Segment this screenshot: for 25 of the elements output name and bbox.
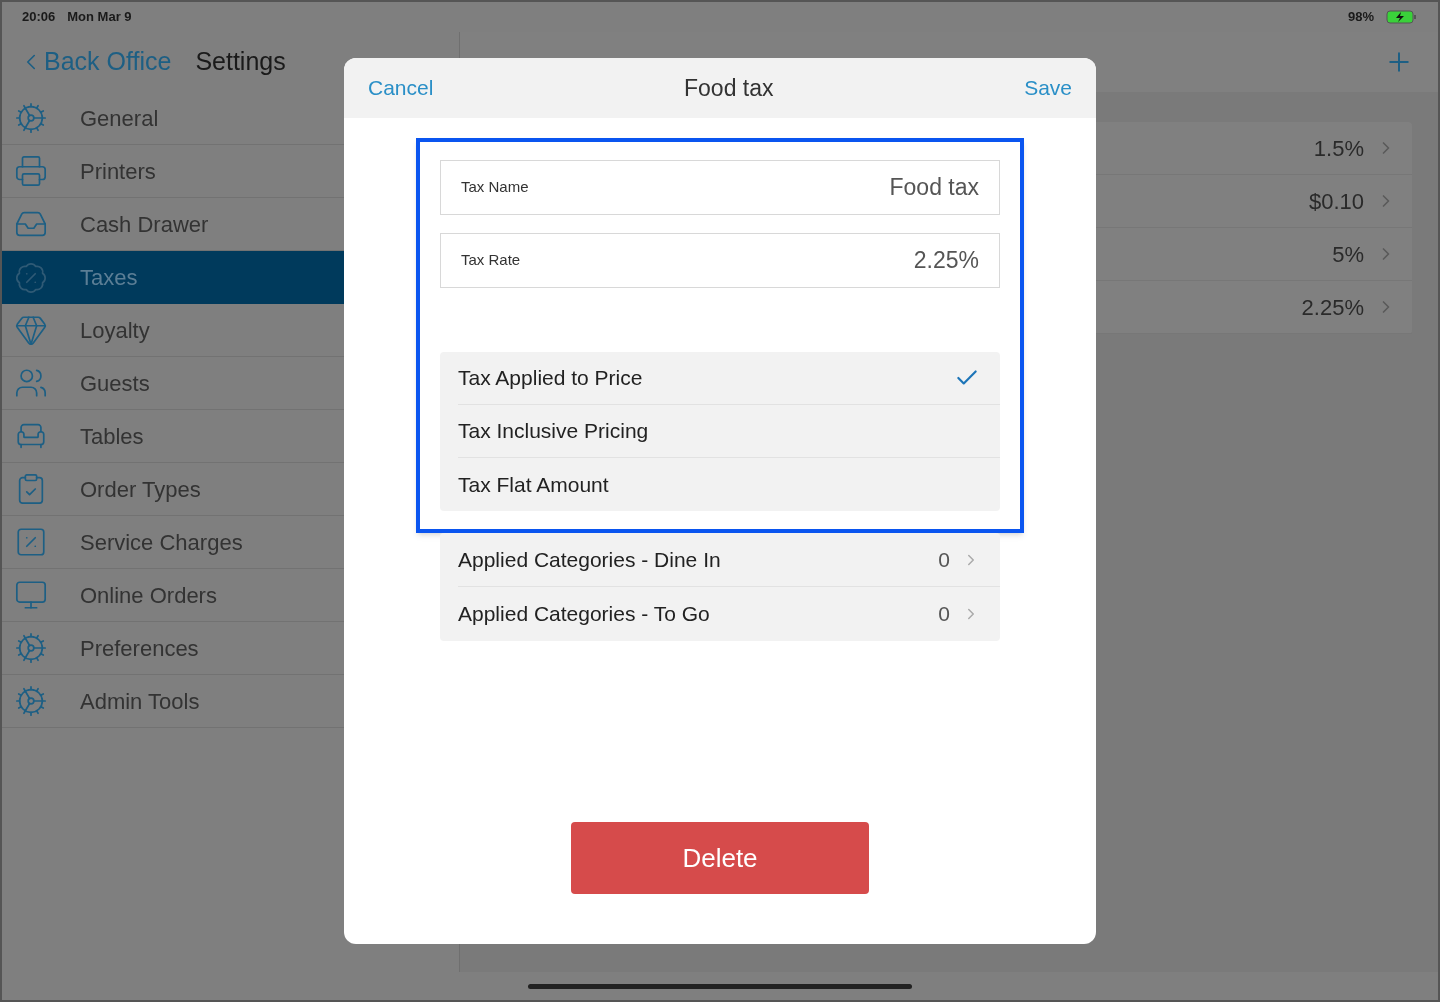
dialog-title: Food tax [684,73,774,103]
back-button[interactable]: Back Office [18,43,172,81]
text-field[interactable]: Tax Name Food tax [440,160,1000,215]
monitor-icon [14,578,48,612]
option-row[interactable]: Tax Flat Amount [458,458,1000,511]
delete-button[interactable]: Delete [571,822,869,894]
gem-icon [14,313,48,347]
people-icon [14,366,48,400]
printer-icon [14,154,48,188]
sidebar-title: Settings [195,46,286,78]
battery-level: 98% [1347,8,1374,27]
gear-icon [14,101,48,135]
battery-icon [1386,9,1418,25]
option-row[interactable]: Tax Applied to Price [458,352,1000,405]
category-row[interactable]: Applied Categories - To Go 0 [458,587,1000,641]
percent-badge-icon [14,260,48,295]
percent-icon [14,525,48,559]
text-field[interactable]: Tax Rate 2.25% [440,233,1000,288]
category-row[interactable]: Applied Categories - Dine In 0 [458,533,1000,587]
option-row[interactable]: Tax Inclusive Pricing [458,405,1000,458]
status-time: 20:06 [22,8,56,27]
status-date: Mon Mar 9 [67,8,132,27]
gear-icon [14,684,48,718]
save-button[interactable]: Save [1024,72,1072,104]
gear-icon [14,631,48,665]
